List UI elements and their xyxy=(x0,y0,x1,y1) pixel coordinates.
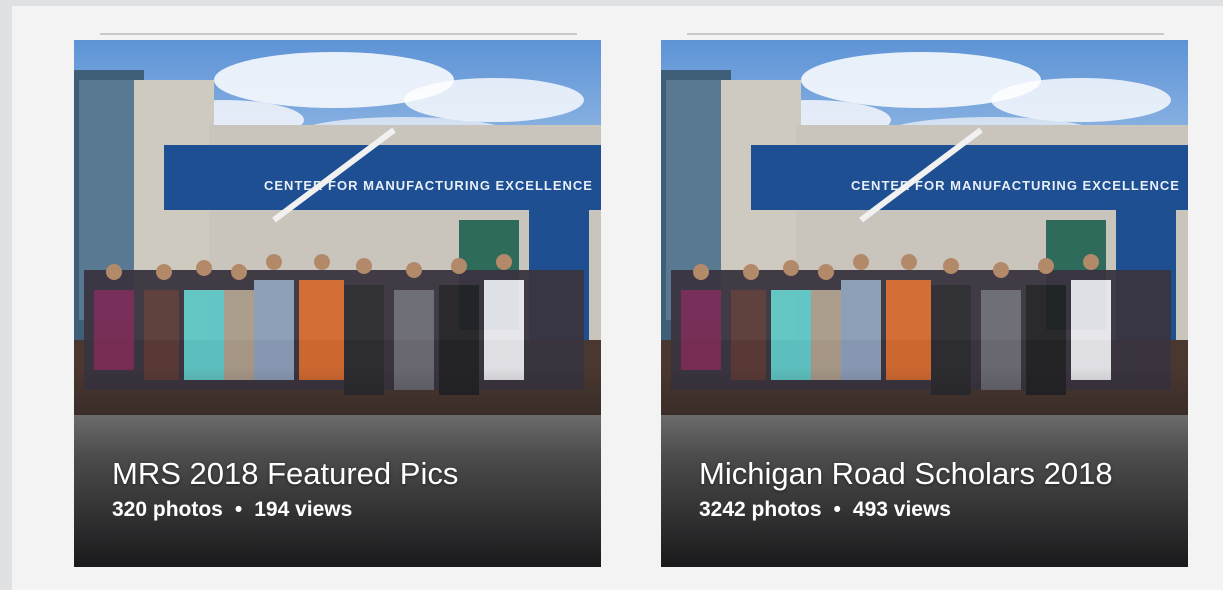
album-stack-edge xyxy=(687,33,1164,35)
photo-count: 320 photos xyxy=(112,498,223,521)
album-title[interactable]: Michigan Road Scholars 2018 xyxy=(699,456,1158,491)
separator-dot: • xyxy=(833,498,841,521)
album-stats: 320 photos • 194 views xyxy=(112,497,571,523)
album-card-michigan-road-scholars-2018[interactable]: CENTER FOR MANUFACTURING EXCELLENCE Mich… xyxy=(661,40,1188,567)
album-stats: 3242 photos • 493 views xyxy=(699,497,1158,523)
view-count: 194 views xyxy=(254,498,353,521)
separator-dot: • xyxy=(234,498,243,521)
album-title[interactable]: MRS 2018 Featured Pics xyxy=(112,456,571,491)
album-card-mrs-2018-featured-pics[interactable]: CENTER FOR MANUFACTURING EXCELLENCE MRS … xyxy=(74,40,601,567)
photo-count: 3242 photos xyxy=(699,498,822,521)
album-info: Michigan Road Scholars 2018 3242 photos •… xyxy=(699,456,1158,523)
album-stack-edge xyxy=(100,33,577,35)
view-count: 493 views xyxy=(852,498,951,521)
album-info: MRS 2018 Featured Pics 320 photos • 194 vi… xyxy=(112,456,571,523)
